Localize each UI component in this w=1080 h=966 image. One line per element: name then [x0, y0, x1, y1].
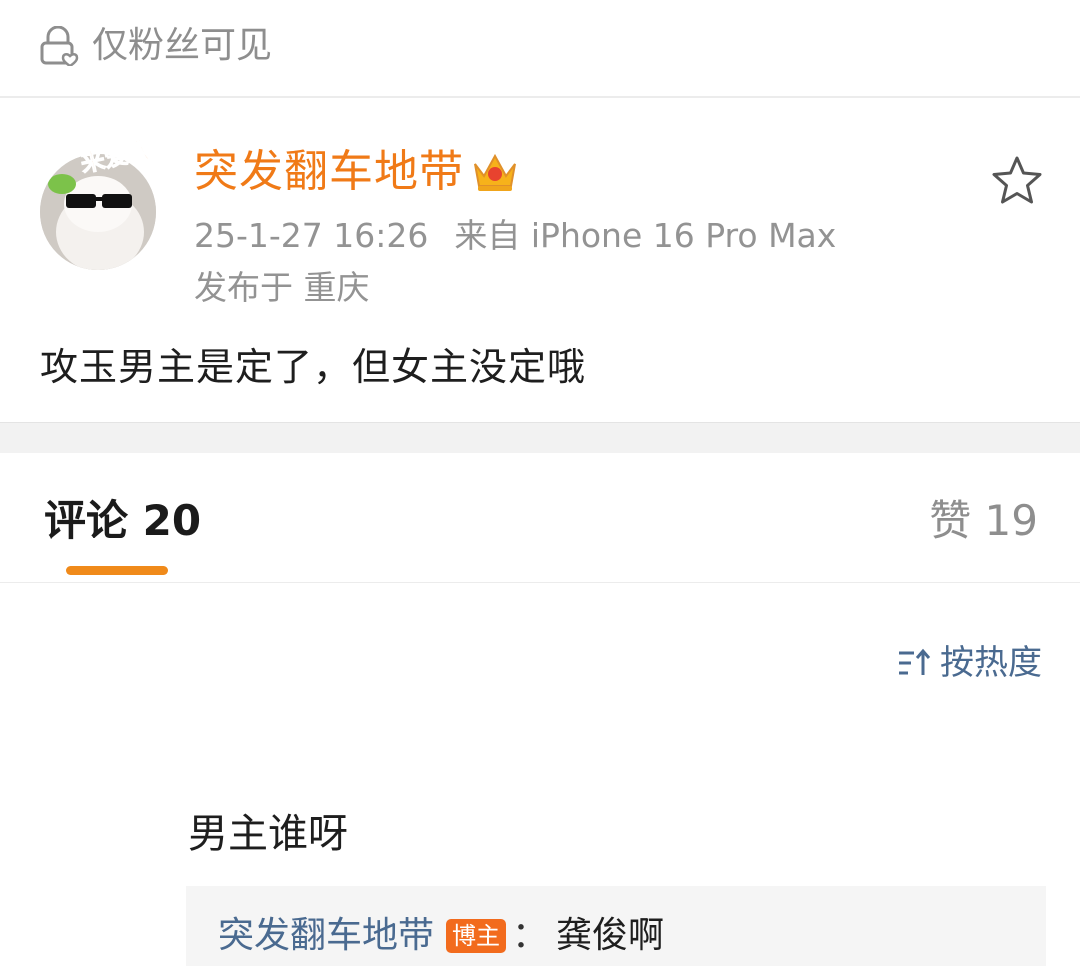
reply-author[interactable]: 突发翻车地带 — [218, 914, 434, 958]
reply-preview[interactable]: 突发翻车地带 博主 ： 龚俊啊 — [186, 886, 1046, 966]
divider — [0, 582, 1080, 583]
active-tab-indicator — [66, 566, 168, 575]
visibility-label: 仅粉丝可见 — [92, 25, 273, 66]
post-time: 25-1-27 16:26 — [194, 216, 429, 255]
sort-button[interactable]: 按热度 — [896, 640, 1042, 686]
tab-comments[interactable]: 评论 20 — [44, 496, 201, 546]
sort-icon — [899, 648, 931, 675]
blogger-badge: 博主 — [446, 919, 507, 953]
reply-line: 突发翻车地带 博主 ： 龚俊啊 — [218, 914, 664, 958]
sort-label: 按热度 — [940, 643, 1042, 683]
post-content: 攻玉男主是定了，但女主没定哦 — [40, 345, 587, 389]
comment-tabs: 评论 20 赞 19 — [0, 452, 1080, 582]
post-card: 来爱我 突发翻车地带 25-1-27 16:26 来自 iPhone 16 Pro… — [0, 98, 1080, 422]
comment-text: 男主谁呀 — [188, 811, 348, 857]
crown-icon — [474, 153, 516, 191]
reply-colon: ： — [512, 915, 549, 956]
author-name[interactable]: 突发翻车地带 — [194, 146, 464, 198]
avatar-badge-text: 来爱我 — [78, 136, 154, 178]
section-separator — [0, 422, 1080, 453]
reply-text: 龚俊啊 — [556, 915, 665, 956]
tab-likes[interactable]: 赞 19 — [929, 496, 1038, 546]
post-meta: 25-1-27 16:26 来自 iPhone 16 Pro Max — [194, 216, 836, 256]
visibility-bar: 仅粉丝可见 — [0, 0, 1080, 96]
post-location: 发布于 重庆 — [194, 268, 370, 307]
post-source: 来自 iPhone 16 Pro Max — [454, 216, 837, 255]
avatar-badge: 来爱我 — [78, 135, 155, 178]
lock-heart-icon — [40, 26, 79, 66]
star-icon[interactable] — [990, 154, 1044, 206]
